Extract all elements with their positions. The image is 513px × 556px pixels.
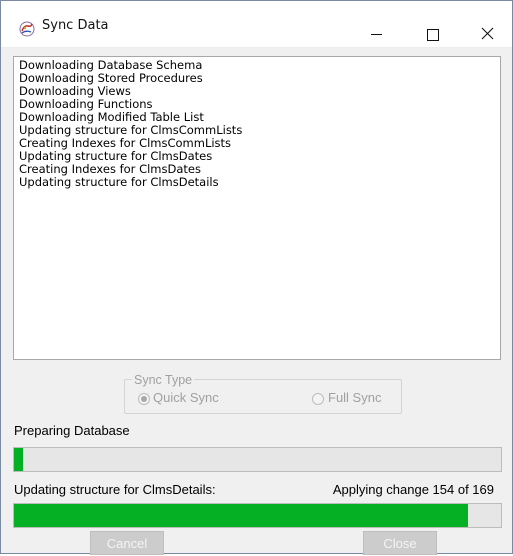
minimize-icon: [371, 34, 382, 35]
preparing-database-label: Preparing Database: [14, 423, 130, 438]
sync-data-window: Sync Data Downloading Database Schema Do…: [0, 0, 513, 555]
log-line: Updating structure for ClmsDetails: [19, 175, 219, 189]
quick-sync-radio[interactable]: [138, 393, 150, 405]
window-title: Sync Data: [42, 18, 109, 33]
close-icon: [481, 27, 494, 40]
change-progress-fill: [14, 504, 468, 527]
full-sync-radio[interactable]: [312, 393, 324, 405]
change-progress-bar: [13, 503, 502, 528]
current-step-label: Updating structure for ClmsDetails:: [14, 482, 216, 497]
close-dialog-button[interactable]: Close: [363, 531, 437, 555]
database-progress-bar: [13, 447, 502, 472]
sync-app-icon: [19, 21, 35, 37]
close-button[interactable]: [464, 1, 510, 47]
cancel-button[interactable]: Cancel: [90, 531, 164, 555]
quick-sync-label[interactable]: Quick Sync: [153, 390, 219, 405]
sync-type-legend: Sync Type: [132, 373, 195, 387]
maximize-icon: [427, 29, 439, 41]
full-sync-label[interactable]: Full Sync: [328, 390, 381, 405]
change-counter-label: Applying change 154 of 169: [332, 482, 494, 497]
maximize-button[interactable]: [409, 1, 455, 47]
database-progress-fill: [14, 448, 23, 471]
title-bar[interactable]: Sync Data: [1, 1, 512, 48]
sync-log-list[interactable]: Downloading Database Schema Downloading …: [13, 56, 501, 360]
minimize-button[interactable]: [353, 1, 399, 47]
